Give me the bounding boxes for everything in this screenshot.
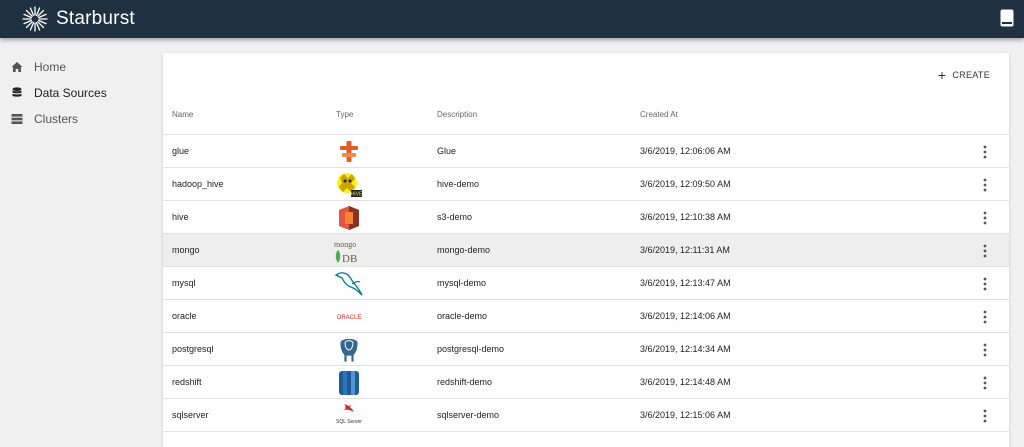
row-name: sqlserver	[172, 410, 209, 420]
postgresql-logo-icon	[339, 338, 359, 363]
more-options-icon[interactable]	[975, 342, 995, 358]
table-row[interactable]: redshift redshift-demo 3/6/2019, 12:14:4…	[163, 366, 1009, 399]
hive-logo-icon: HIVE	[337, 173, 363, 198]
row-created-at: 3/6/2019, 12:15:06 AM	[640, 410, 731, 420]
row-created-at: 3/6/2019, 12:11:31 AM	[640, 245, 730, 255]
brand-name: Starburst	[56, 8, 135, 29]
row-name: postgresql	[172, 344, 214, 354]
row-type	[334, 333, 364, 366]
data-sources-panel: + CREATE Name Type Description Created A…	[163, 53, 1009, 447]
column-header-created-at[interactable]: Created At	[640, 103, 678, 135]
table-row[interactable]: mongo mongo DB mongo-demo 3/6/2019, 12:1…	[163, 234, 1009, 267]
more-options-icon[interactable]	[975, 375, 995, 391]
starburst-logo-icon	[22, 6, 48, 32]
sidebar-item-label: Data Sources	[34, 86, 107, 100]
row-description: s3-demo	[437, 212, 473, 222]
column-header-description[interactable]: Description	[437, 103, 477, 135]
column-header-name[interactable]: Name	[172, 103, 193, 135]
row-description: sqlserver-demo	[437, 410, 500, 420]
sidebar-item-label: Clusters	[34, 112, 79, 126]
aws-glue-logo-icon	[340, 141, 358, 162]
more-options-icon[interactable]	[975, 276, 995, 292]
sidebar-item-data-sources[interactable]: Data Sources	[0, 80, 162, 106]
row-type	[334, 366, 364, 399]
server-icon	[11, 114, 23, 124]
row-description: Glue	[437, 146, 457, 156]
book-icon	[1000, 9, 1014, 27]
row-created-at: 3/6/2019, 12:14:48 AM	[640, 377, 731, 387]
table-row[interactable]: sqlserver SQL Server sqlserver-demo 3/6/…	[163, 399, 1009, 432]
more-options-icon[interactable]	[975, 144, 995, 160]
table-header: Name Type Description Created At	[163, 103, 1009, 135]
sidebar: Home Data Sources Clusters	[0, 38, 162, 447]
row-name: hive	[172, 212, 189, 222]
row-type: ORACLE	[334, 300, 364, 333]
more-options-icon[interactable]	[975, 408, 995, 424]
row-type	[334, 135, 364, 168]
row-type: SQL Server	[334, 399, 364, 432]
row-type	[334, 267, 364, 300]
top-bar: Starburst	[0, 0, 1024, 38]
row-name: glue	[172, 146, 190, 156]
table-row[interactable]: postgresql postgresql-demo 3/6/2019, 12:…	[163, 333, 1009, 366]
oracle-logo-icon: ORACLE	[337, 315, 362, 321]
sidebar-item-home[interactable]: Home	[0, 54, 162, 80]
table-row[interactable]: mysql mysql-demo 3/6/2019, 12:13:47 AM	[163, 267, 1009, 300]
row-name: redshift	[172, 377, 202, 387]
svg-text:ORACLE: ORACLE	[337, 315, 362, 321]
table-row[interactable]: glue Glue 3/6/2019, 12:06:06 AM	[163, 135, 1009, 168]
row-created-at: 3/6/2019, 12:10:38 AM	[640, 212, 731, 222]
row-description: oracle-demo	[437, 311, 488, 321]
sidebar-item-label: Home	[34, 60, 67, 74]
sidebar-item-clusters[interactable]: Clusters	[0, 106, 162, 132]
more-options-icon[interactable]	[975, 309, 995, 325]
create-button-label: CREATE	[952, 70, 990, 80]
table-body: glue Glue 3/6/2019, 12:06:06 AM hadoop_h…	[163, 135, 1009, 432]
row-description: postgresql-demo	[437, 344, 505, 354]
svg-text:SQL Server: SQL Server	[336, 419, 362, 425]
svg-text:mongo: mongo	[334, 240, 356, 249]
row-description: hive-demo	[437, 179, 480, 189]
row-created-at: 3/6/2019, 12:14:34 AM	[640, 344, 731, 354]
aws-s3-logo-icon	[339, 206, 359, 230]
row-name: hadoop_hive	[172, 179, 224, 189]
row-description: mysql-demo	[437, 278, 487, 288]
svg-text:HIVE: HIVE	[351, 192, 363, 198]
create-button[interactable]: + CREATE	[938, 68, 990, 82]
more-options-icon[interactable]	[975, 177, 995, 193]
docs-button[interactable]	[1000, 9, 1014, 27]
row-description: redshift-demo	[437, 377, 493, 387]
brand[interactable]: Starburst	[22, 6, 135, 32]
row-created-at: 3/6/2019, 12:06:06 AM	[640, 146, 731, 156]
home-icon	[11, 62, 23, 72]
row-created-at: 3/6/2019, 12:13:47 AM	[640, 278, 731, 288]
database-icon	[12, 87, 22, 97]
mysql-logo-icon	[334, 272, 363, 296]
more-options-icon[interactable]	[975, 243, 995, 259]
table-row[interactable]: oracle ORACLE oracle-demo 3/6/2019, 12:1…	[163, 300, 1009, 333]
row-type: HIVE	[334, 168, 364, 201]
table-row[interactable]: hive s3-demo 3/6/2019, 12:10:38 AM	[163, 201, 1009, 234]
row-created-at: 3/6/2019, 12:09:50 AM	[640, 179, 731, 189]
aws-redshift-logo-icon	[339, 371, 359, 395]
row-description: mongo-demo	[437, 245, 491, 255]
more-options-icon[interactable]	[975, 210, 995, 226]
row-name: mysql	[172, 278, 196, 288]
mongodb-logo-icon: mongo DB	[334, 240, 357, 265]
row-type	[334, 201, 364, 234]
table-row[interactable]: hadoop_hive HIVE hive-demo 3/6/2019, 12:…	[163, 168, 1009, 201]
row-created-at: 3/6/2019, 12:14:06 AM	[640, 311, 731, 321]
row-name: mongo	[172, 245, 200, 255]
row-type: mongo DB	[334, 234, 364, 267]
plus-icon: +	[937, 67, 947, 83]
column-header-type[interactable]: Type	[336, 103, 353, 135]
svg-text:DB: DB	[342, 253, 357, 265]
sqlserver-logo-icon: SQL Server	[336, 404, 362, 425]
row-name: oracle	[172, 311, 197, 321]
